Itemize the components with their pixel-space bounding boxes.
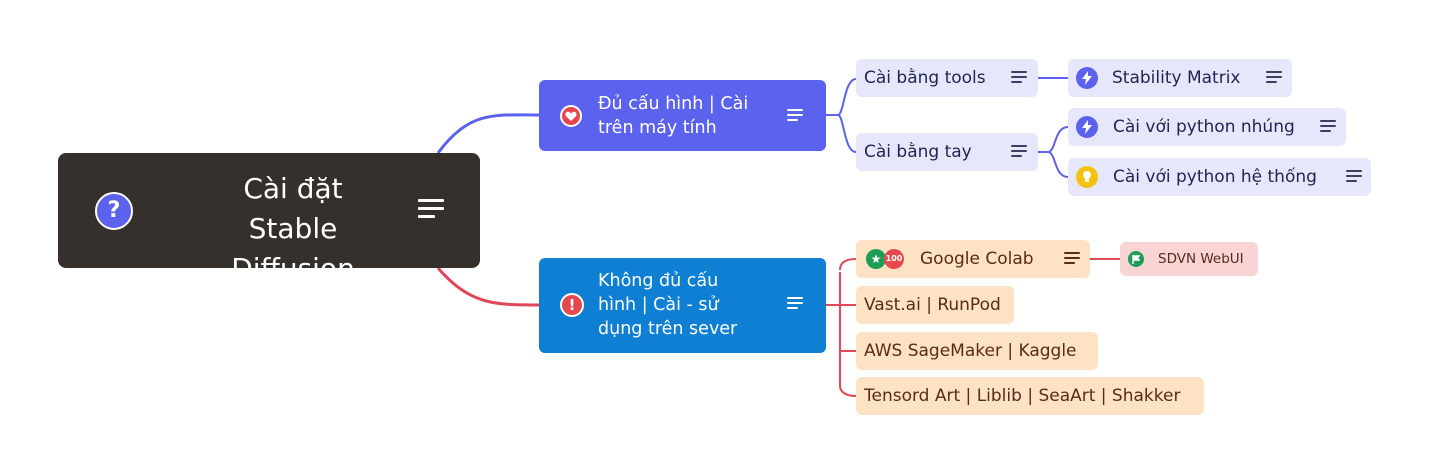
link-root-server bbox=[436, 267, 540, 307]
link-root-local bbox=[436, 113, 540, 154]
branch-local-node[interactable]: Đủ cấu hình | Cài trên máy tính bbox=[539, 80, 826, 151]
node-python-system[interactable]: Cài với python hệ thống bbox=[1068, 158, 1371, 196]
notes-icon bbox=[1320, 120, 1336, 132]
heart-icon bbox=[560, 105, 582, 127]
root-title: Cài đặt Stable Diffusion bbox=[231, 172, 355, 285]
lightning-icon bbox=[1076, 67, 1098, 89]
branch-server-notes-icon bbox=[787, 297, 803, 309]
link-local-manual bbox=[826, 114, 857, 153]
link-server-colab bbox=[839, 258, 857, 271]
branch-local-notes-icon bbox=[787, 109, 803, 121]
node-tensord-liblib[interactable]: Tensord Art | Liblib | SeaArt | Shakker bbox=[856, 377, 1204, 415]
notes-icon bbox=[1266, 71, 1282, 83]
link-manual-system bbox=[1038, 151, 1069, 178]
star-icon: ★ bbox=[866, 249, 886, 269]
branch-server-node[interactable]: ! Không đủ cấu hình | Cài - sử dụng trên… bbox=[539, 258, 826, 353]
exclamation-icon: ! bbox=[560, 293, 584, 317]
score-100-icon: 100 bbox=[884, 249, 904, 269]
link-manual-embedded bbox=[1038, 126, 1069, 153]
notes-icon bbox=[1064, 252, 1080, 264]
root-notes-icon bbox=[418, 199, 444, 218]
node-google-colab[interactable]: ★ 100 Google Colab bbox=[856, 240, 1090, 278]
lightning-icon bbox=[1076, 116, 1098, 138]
node-vast-runpod[interactable]: Vast.ai | RunPod bbox=[856, 286, 1014, 324]
flag-icon bbox=[1128, 251, 1144, 267]
link-local-tools bbox=[826, 78, 857, 116]
root-node[interactable]: ? Cài đặt Stable Diffusion bbox=[58, 153, 480, 285]
node-install-manual[interactable]: Cài bằng tay bbox=[856, 133, 1038, 171]
notes-icon bbox=[1011, 71, 1027, 83]
node-aws-kaggle[interactable]: AWS SageMaker | Kaggle bbox=[856, 332, 1098, 370]
node-sdvn-webui[interactable]: SDVN WebUI bbox=[1120, 242, 1258, 276]
node-stability-matrix[interactable]: Stability Matrix bbox=[1068, 59, 1292, 97]
question-circle-icon: ? bbox=[95, 192, 133, 230]
branch-server-label: Không đủ cấu hình | Cài - sử dụng trên s… bbox=[598, 271, 738, 339]
lightbulb-icon bbox=[1076, 166, 1098, 188]
notes-icon bbox=[1346, 170, 1362, 182]
link-server-vertical bbox=[839, 272, 857, 397]
notes-icon bbox=[1011, 145, 1027, 157]
branch-local-label: Đủ cấu hình | Cài trên máy tính bbox=[598, 94, 749, 138]
node-install-tools[interactable]: Cài bằng tools bbox=[856, 59, 1038, 97]
node-python-embedded[interactable]: Cài với python nhúng bbox=[1068, 108, 1346, 146]
